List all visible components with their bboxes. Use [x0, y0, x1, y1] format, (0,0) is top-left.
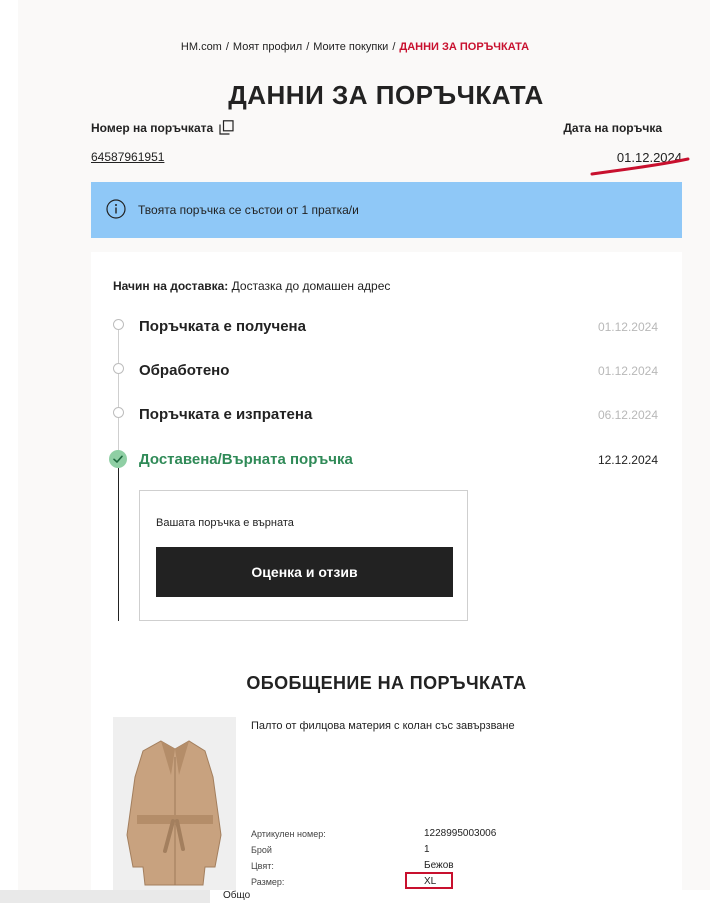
- step-date: 01.12.2024: [597, 364, 658, 378]
- breadcrumb-purchases[interactable]: Моите покупки: [313, 41, 388, 53]
- bottom-gray-area: [0, 890, 210, 903]
- step-dot: [113, 407, 124, 418]
- detail-value: Бежов: [424, 860, 454, 871]
- timeline-line: [118, 374, 119, 408]
- step-date-active: 12.12.2024: [597, 453, 658, 467]
- breadcrumb: HM.com / Моят профил / Моите покупки / ДАННИ З…: [180, 41, 530, 53]
- returned-text: Вашата поръчка е върната: [156, 517, 294, 529]
- step-dot: [113, 363, 124, 374]
- order-date-label: Дата на поръчка: [563, 121, 662, 135]
- detail-label: Брой: [251, 845, 272, 855]
- detail-label: Артикулен номер:: [251, 829, 326, 839]
- order-number-label: Номер на поръчката: [91, 121, 214, 135]
- step-label: Обработено: [139, 362, 230, 379]
- info-banner-text: Твоята поръчка се състои от 1 пратка/и: [138, 203, 359, 217]
- delivery-method-label: Начин на доставка:: [113, 279, 229, 293]
- delivery-method-value: Достазка до домашен адрес: [231, 279, 391, 293]
- step-dot: [113, 319, 124, 330]
- step-label-active: Доставена/Върната поръчка: [139, 451, 353, 468]
- order-number-link[interactable]: 64587961951: [91, 150, 164, 164]
- step-date: 01.12.2024: [597, 320, 658, 334]
- red-annotation-box: [405, 872, 453, 889]
- check-icon: [109, 450, 127, 468]
- timeline-line-active: [118, 468, 119, 621]
- copy-icon[interactable]: [219, 120, 234, 135]
- red-annotation-underline: [590, 157, 690, 176]
- step-date: 06.12.2024: [597, 408, 658, 422]
- info-icon: [106, 199, 126, 219]
- breadcrumb-profile[interactable]: Моят профил: [233, 41, 302, 53]
- delivery-method: Начин на доставка: Достазка до домашен а…: [113, 279, 390, 293]
- detail-label: Размер:: [251, 877, 285, 887]
- review-button[interactable]: Оценка и отзив: [156, 547, 453, 597]
- detail-label: Цвят:: [251, 861, 274, 871]
- breadcrumb-home[interactable]: HM.com: [181, 41, 222, 53]
- step-label: Поръчката е получена: [139, 318, 306, 335]
- timeline-line: [118, 418, 119, 452]
- summary-title: ОБОБЩЕНИЕ НА ПОРЪЧКАТА: [246, 673, 527, 693]
- timeline-line: [118, 330, 119, 364]
- breadcrumb-current: ДАННИ ЗА ПОРЪЧКАТА: [399, 41, 530, 53]
- step-label: Поръчката е изпратена: [139, 406, 313, 423]
- detail-value: 1: [424, 844, 430, 855]
- detail-value: 1228995003006: [424, 828, 497, 839]
- product-image[interactable]: [113, 717, 236, 893]
- total-label: Общо: [223, 890, 251, 901]
- info-banner: Твоята поръчка се състои от 1 пратка/и: [91, 182, 682, 238]
- product-name[interactable]: Палто от филцова материя с колан със зав…: [251, 720, 515, 732]
- page-title: ДАННИ ЗА ПОРЪЧКАТА: [228, 80, 544, 110]
